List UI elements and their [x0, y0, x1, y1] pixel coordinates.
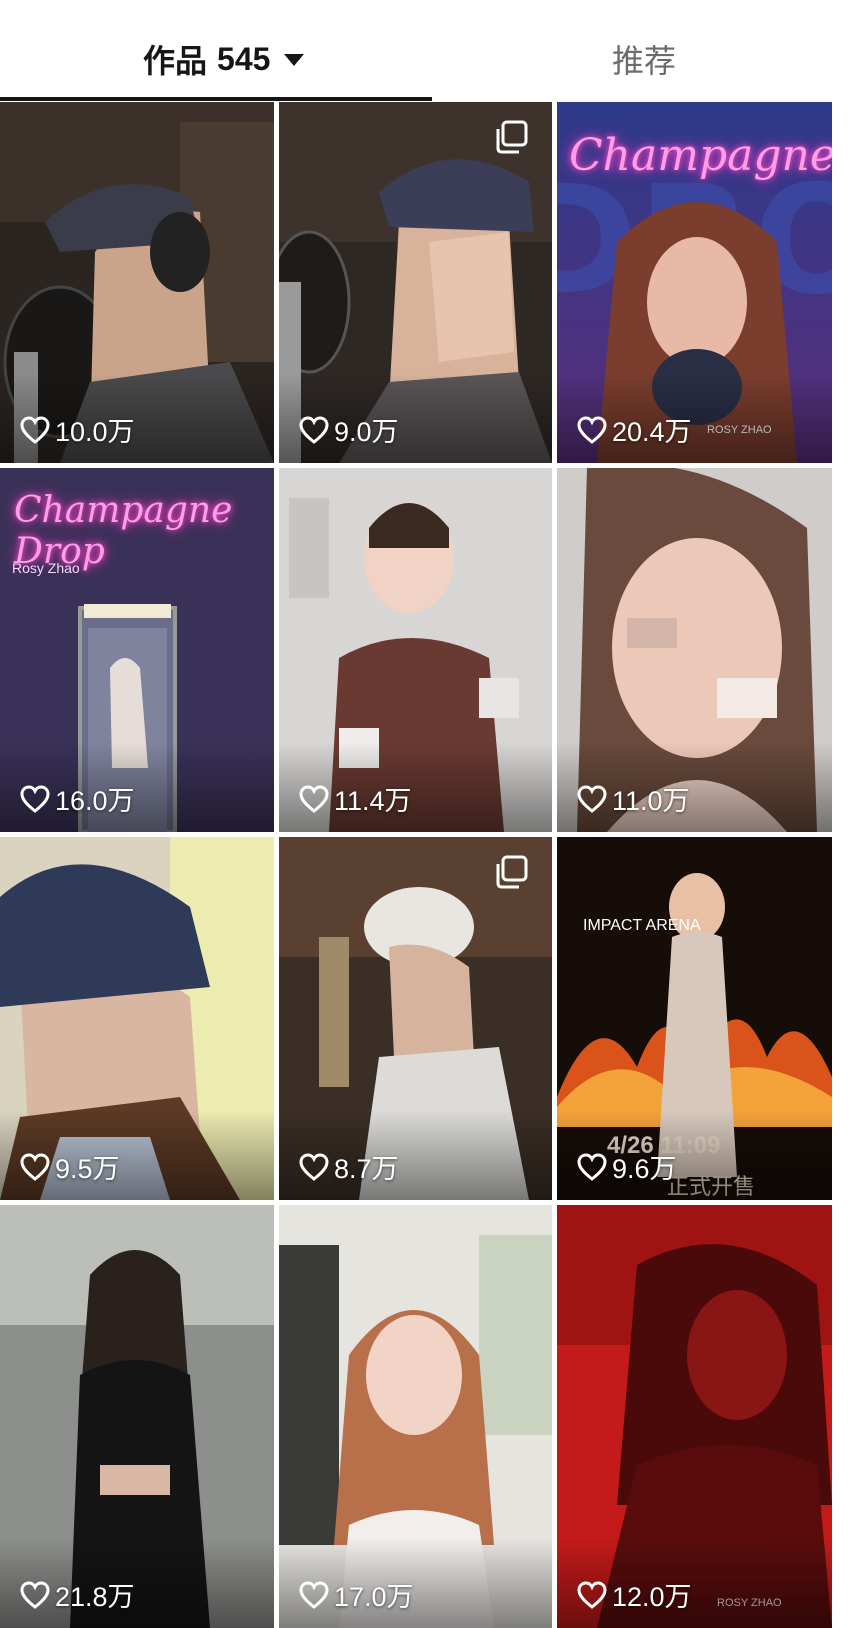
like-count: 20.4万: [577, 410, 692, 449]
like-count-text: 9.0万: [334, 417, 399, 447]
like-count: 10.0万: [20, 410, 135, 449]
like-count: 9.5万: [20, 1147, 120, 1186]
video-tile-5[interactable]: 11.4万: [279, 468, 552, 832]
video-tile-12[interactable]: ROSY ZHAO 12.0万: [557, 1205, 832, 1628]
like-count: 12.0万: [577, 1575, 692, 1614]
tab-works[interactable]: 作品 545: [143, 36, 305, 82]
video-tile-8[interactable]: 8.7万: [279, 837, 552, 1200]
video-tile-9[interactable]: IMPACT ARENA 4/26 11:09 正式开售 9.6万: [557, 837, 832, 1200]
like-count-text: 20.4万: [612, 417, 692, 447]
tab-works-count: 545: [217, 40, 271, 77]
video-tile-2[interactable]: 9.0万: [279, 102, 552, 463]
like-count-text: 16.0万: [55, 786, 135, 816]
heart-icon: [20, 415, 50, 444]
video-tile-3[interactable]: DRO Champagne ROSY ZHAO 20.4万: [557, 102, 832, 463]
heart-icon: [299, 415, 329, 444]
heart-icon: [20, 784, 50, 813]
like-count-text: 9.5万: [55, 1154, 120, 1184]
like-count-text: 17.0万: [334, 1582, 414, 1612]
heart-icon: [577, 1152, 607, 1181]
multi-image-icon: [496, 120, 528, 154]
like-count: 11.4万: [299, 779, 412, 818]
video-grid: 10.0万 9.0万 DRO Champagne: [0, 102, 864, 1628]
profile-tab-bar: 作品 545 推荐: [0, 0, 864, 101]
video-tile-7[interactable]: 9.5万: [0, 837, 274, 1200]
heart-icon: [577, 1580, 607, 1609]
like-count-text: 8.7万: [334, 1154, 399, 1184]
like-count: 11.0万: [577, 779, 690, 818]
heart-icon: [20, 1152, 50, 1181]
video-tile-10[interactable]: 21.8万: [0, 1205, 274, 1628]
like-count: 8.7万: [299, 1147, 399, 1186]
like-count-text: 12.0万: [612, 1582, 692, 1612]
tab-recommend-label: 推荐: [612, 43, 677, 79]
like-count: 9.6万: [577, 1147, 677, 1186]
like-count: 21.8万: [20, 1575, 135, 1614]
tab-recommend[interactable]: 推荐: [612, 36, 676, 82]
like-count-text: 9.6万: [612, 1154, 677, 1184]
caret-down-icon[interactable]: [284, 54, 305, 66]
heart-icon: [299, 1580, 329, 1609]
video-tile-6[interactable]: 11.0万: [557, 468, 832, 832]
video-tile-4[interactable]: Champagne Drop Rosy Zhao 16.0万: [0, 468, 274, 832]
like-count: 9.0万: [299, 410, 399, 449]
heart-icon: [299, 784, 329, 813]
heart-icon: [577, 784, 607, 813]
heart-icon: [20, 1580, 50, 1609]
video-tile-11[interactable]: 17.0万: [279, 1205, 552, 1628]
like-count-text: 11.4万: [334, 786, 412, 816]
like-count-text: 10.0万: [55, 417, 135, 447]
like-count-text: 11.0万: [612, 786, 690, 816]
like-count-text: 21.8万: [55, 1582, 135, 1612]
heart-icon: [577, 415, 607, 444]
video-tile-1[interactable]: 10.0万: [0, 102, 274, 463]
multi-image-icon: [496, 855, 528, 889]
like-count: 17.0万: [299, 1575, 414, 1614]
tab-works-label: 作品: [143, 43, 208, 79]
active-tab-indicator: [0, 97, 432, 101]
like-count: 16.0万: [20, 779, 135, 818]
heart-icon: [299, 1152, 329, 1181]
